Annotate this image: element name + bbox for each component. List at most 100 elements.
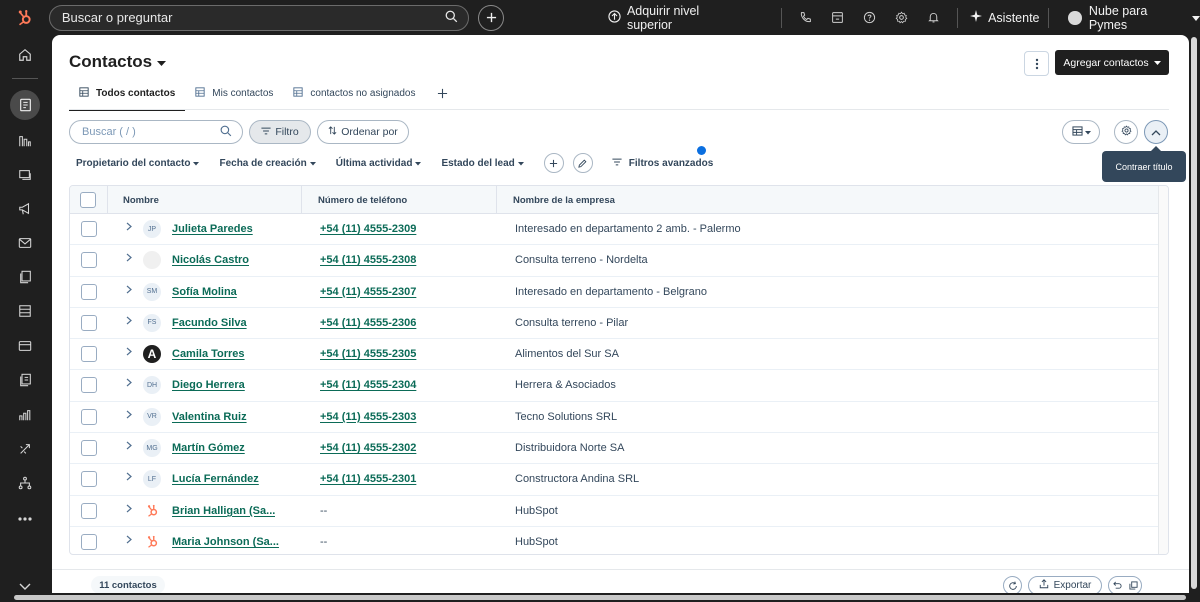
contact-name-link[interactable]: Nicolás Castro xyxy=(172,254,249,266)
table-row[interactable]: FS Facundo Silva +54 (11) 4555-2306 Consult… xyxy=(70,308,1158,340)
marketplace-icon[interactable] xyxy=(821,11,853,24)
home-icon[interactable] xyxy=(10,42,40,68)
settings-gear-icon[interactable] xyxy=(885,11,917,24)
filter-create-date[interactable]: Fecha de creación xyxy=(219,158,316,169)
contact-name-link[interactable]: Valentina Ruiz xyxy=(172,411,247,423)
row-checkbox[interactable] xyxy=(81,283,97,300)
copy-icon[interactable] xyxy=(1128,577,1138,594)
megaphone-icon[interactable] xyxy=(10,196,40,222)
assistant-button[interactable]: Asistente xyxy=(970,10,1040,25)
column-header-company[interactable]: Nombre de la empresa xyxy=(513,186,615,214)
commerce-icon[interactable] xyxy=(10,333,40,359)
row-checkbox[interactable] xyxy=(81,314,97,331)
help-icon[interactable] xyxy=(853,11,885,24)
chevron-right-icon[interactable] xyxy=(126,222,132,234)
edit-filters-pencil-icon[interactable] xyxy=(572,153,593,173)
chevron-right-icon[interactable] xyxy=(126,472,132,484)
chevron-right-icon[interactable] xyxy=(126,378,132,390)
create-new-button[interactable] xyxy=(478,4,504,31)
table-row[interactable]: Nicolás Castro +54 (11) 4555-2308 Consulta… xyxy=(70,245,1158,277)
chevron-right-icon[interactable] xyxy=(126,285,132,297)
table-row[interactable]: Maria Johnson (Sa... -- HubSpot xyxy=(70,527,1158,554)
chevron-right-icon[interactable] xyxy=(126,347,132,359)
reporting-icon[interactable] xyxy=(10,402,40,428)
contact-name-link[interactable]: Maria Johnson (Sa... xyxy=(172,536,279,548)
chevron-right-icon[interactable] xyxy=(126,504,132,516)
add-view-plus-icon[interactable] xyxy=(425,82,460,107)
undo-icon[interactable] xyxy=(1112,577,1122,594)
table-row[interactable]: Brian Halligan (Sa... -- HubSpot xyxy=(70,496,1158,527)
table-row[interactable]: VR Valentina Ruiz +54 (11) 4555-2303 Tecno … xyxy=(70,402,1158,434)
row-checkbox[interactable] xyxy=(81,502,97,519)
select-all-checkbox[interactable] xyxy=(80,186,96,214)
contact-phone[interactable]: +54 (11) 4555-2309 xyxy=(320,223,416,235)
contact-name-link[interactable]: Martín Gómez xyxy=(172,442,245,454)
chevron-right-icon[interactable] xyxy=(126,410,132,422)
library-icon[interactable] xyxy=(10,367,40,393)
tab-contactos-no-asignados[interactable]: contactos no asignados xyxy=(283,82,425,109)
chevron-right-icon[interactable] xyxy=(126,316,132,328)
advanced-filters-button[interactable]: Filtros avanzados xyxy=(612,158,713,169)
tab-todos-contactos[interactable]: Todos contactos xyxy=(69,82,186,111)
table-search-input[interactable]: Buscar ( / ) xyxy=(69,120,243,144)
scrollbar-thumb[interactable] xyxy=(1191,37,1197,589)
row-checkbox[interactable] xyxy=(81,346,97,363)
table-scrollbar[interactable] xyxy=(1158,186,1168,554)
contact-phone[interactable]: +54 (11) 4555-2306 xyxy=(320,317,416,329)
contact-phone[interactable]: +54 (11) 4555-2308 xyxy=(320,254,416,266)
table-row[interactable]: LF Lucía Fernández +54 (11) 4555-2301 Const… xyxy=(70,464,1158,496)
table-view-toggle-button[interactable] xyxy=(1062,120,1100,144)
table-row[interactable]: A Camila Torres +54 (11) 4555-2305 Alimento… xyxy=(70,339,1158,371)
row-checkbox[interactable] xyxy=(81,252,97,269)
database-icon[interactable] xyxy=(10,298,40,324)
more-options-icon[interactable] xyxy=(10,506,40,532)
phone-icon[interactable] xyxy=(790,11,822,24)
sort-button[interactable]: Ordenar por xyxy=(317,120,409,144)
row-checkbox[interactable] xyxy=(81,221,97,237)
chevron-right-icon[interactable] xyxy=(126,253,132,265)
contact-phone[interactable]: +54 (11) 4555-2303 xyxy=(320,411,416,423)
contact-name-link[interactable]: Facundo Silva xyxy=(172,317,247,329)
add-contacts-button[interactable]: Agregar contactos xyxy=(1055,50,1169,75)
checkbox[interactable] xyxy=(80,192,96,208)
notifications-bell-icon[interactable] xyxy=(917,11,949,24)
collapse-header-button[interactable] xyxy=(1144,120,1168,144)
inbox-mail-icon[interactable] xyxy=(10,230,40,256)
automation-icon[interactable] xyxy=(10,436,40,462)
contact-name-link[interactable]: Lucía Fernández xyxy=(172,473,259,485)
export-button[interactable]: Exportar xyxy=(1028,576,1102,593)
more-actions-button[interactable] xyxy=(1024,51,1049,76)
filter-last-activity[interactable]: Última actividad xyxy=(336,158,422,169)
marketing-icon[interactable] xyxy=(10,162,40,188)
page-vertical-scrollbar[interactable] xyxy=(1189,35,1200,593)
column-header-name[interactable]: Nombre xyxy=(123,186,159,214)
upgrade-button[interactable]: Adquirir nivel superior xyxy=(608,4,745,32)
filter-contact-owner[interactable]: Propietario del contacto xyxy=(76,158,200,169)
column-header-phone[interactable]: Número de teléfono xyxy=(318,186,407,214)
contact-name-link[interactable]: Brian Halligan (Sa... xyxy=(172,505,275,517)
filter-lead-status[interactable]: Estado del lead xyxy=(441,158,524,169)
refresh-icon[interactable] xyxy=(1003,576,1022,593)
chevron-right-icon[interactable] xyxy=(126,535,132,547)
workflow-tree-icon[interactable] xyxy=(10,470,40,496)
row-checkbox[interactable] xyxy=(81,533,97,550)
contact-name-link[interactable]: Diego Herrera xyxy=(172,379,245,391)
contact-phone[interactable]: +54 (11) 4555-2307 xyxy=(320,286,416,298)
account-menu[interactable]: Nube para Pymes xyxy=(1068,4,1200,32)
contacts-records-icon[interactable] xyxy=(10,90,40,120)
row-checkbox[interactable] xyxy=(81,377,97,394)
table-row[interactable]: JP Julieta Paredes +54 (11) 4555-2309 Inter… xyxy=(70,214,1158,246)
table-row[interactable]: MG Martín Gómez +54 (11) 4555-2302 Distribu… xyxy=(70,433,1158,465)
add-filter-plus-icon[interactable] xyxy=(543,153,564,173)
contact-phone[interactable]: +54 (11) 4555-2304 xyxy=(320,379,416,391)
table-row[interactable]: DH Diego Herrera +54 (11) 4555-2304 Herrera… xyxy=(70,370,1158,402)
crm-icon[interactable] xyxy=(10,128,40,154)
search-icon[interactable] xyxy=(445,10,458,26)
column-divider[interactable] xyxy=(301,186,302,214)
column-divider[interactable] xyxy=(496,186,497,214)
scrollbar-thumb[interactable] xyxy=(14,595,1186,600)
contact-name-link[interactable]: Camila Torres xyxy=(172,348,245,360)
tab-mis-contactos[interactable]: Mis contactos xyxy=(185,82,283,109)
page-horizontal-scrollbar[interactable] xyxy=(0,593,1200,602)
row-checkbox[interactable] xyxy=(81,440,97,457)
